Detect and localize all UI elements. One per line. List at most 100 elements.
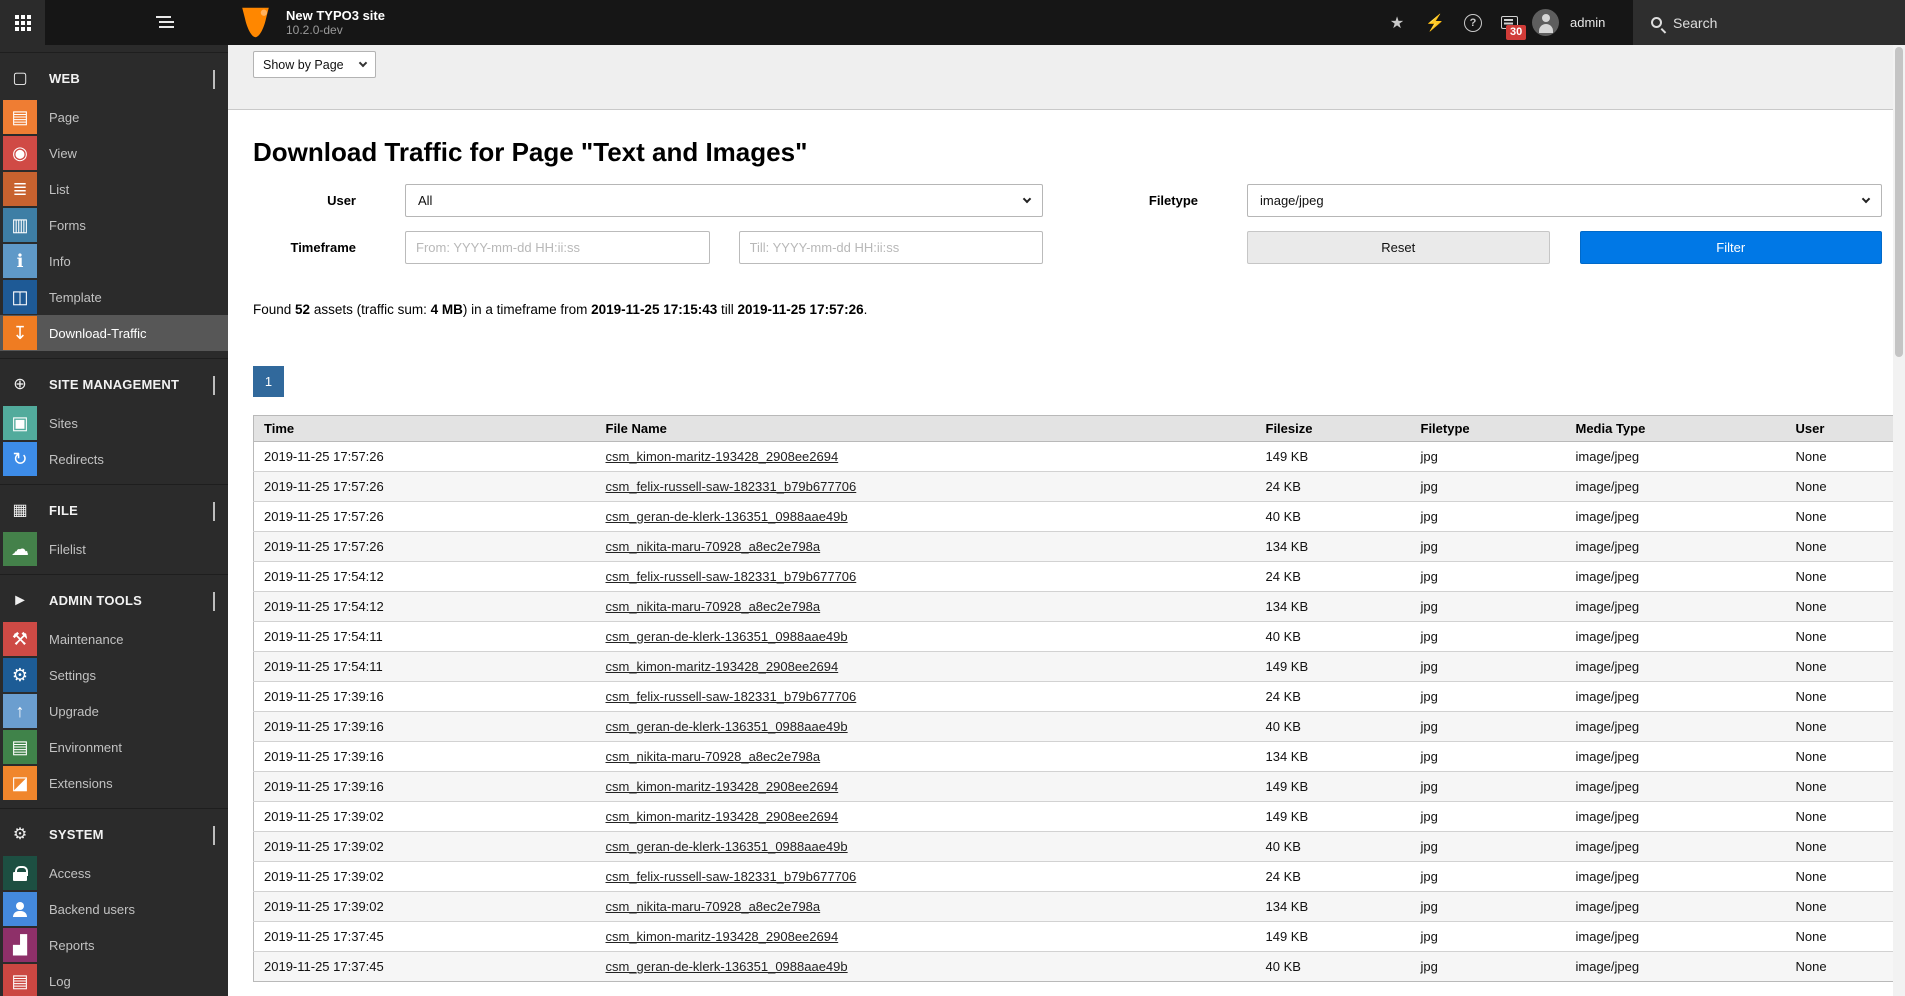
file-link[interactable]: csm_felix-russell-saw-182331_b79b677706: [606, 569, 857, 584]
file-name-cell: csm_kimon-maritz-193428_2908ee2694: [596, 772, 1256, 802]
file-link[interactable]: csm_kimon-maritz-193428_2908ee2694: [606, 659, 839, 674]
filesize-cell: 40 KB: [1256, 952, 1411, 982]
file-link[interactable]: csm_kimon-maritz-193428_2908ee2694: [606, 449, 839, 464]
view-mode-select[interactable]: Show by Page: [253, 51, 376, 78]
table-row: 2019-11-25 17:54:11 csm_geran-de-klerk-1…: [254, 622, 1894, 652]
page-tree-toggle-button[interactable]: [141, 0, 186, 45]
sidebar-section-web[interactable]: ▢ WEB: [0, 52, 228, 99]
reset-button[interactable]: Reset: [1247, 231, 1550, 264]
file-link[interactable]: csm_felix-russell-saw-182331_b79b677706: [606, 689, 857, 704]
media-type-cell: image/jpeg: [1566, 712, 1786, 742]
site-title: New TYPO3 site: [286, 8, 385, 23]
sidebar-item-label: SYSTEM: [49, 827, 104, 842]
document-outline-icon: ▢: [3, 62, 37, 96]
scrollbar-thumb[interactable]: [1895, 47, 1903, 357]
user-cell: None: [1786, 622, 1894, 652]
column-header-file-name: File Name: [596, 416, 1256, 442]
file-link[interactable]: csm_geran-de-klerk-136351_0988aae49b: [606, 719, 848, 734]
file-link[interactable]: csm_geran-de-klerk-136351_0988aae49b: [606, 509, 848, 524]
sidebar-item-label: List: [49, 182, 69, 197]
sidebar-item-filelist[interactable]: ☁ Filelist: [0, 531, 228, 567]
file-link[interactable]: csm_kimon-maritz-193428_2908ee2694: [606, 779, 839, 794]
sidebar-item-label: Backend users: [49, 902, 135, 917]
module-menu-toggle-button[interactable]: [0, 0, 45, 45]
sidebar-item-extensions[interactable]: ◪ Extensions: [0, 765, 228, 801]
avatar[interactable]: [1532, 9, 1559, 36]
username[interactable]: admin: [1570, 0, 1605, 45]
timeframe-label: Timeframe: [253, 240, 356, 255]
chevron-down-icon: [213, 502, 215, 520]
filesize-cell: 134 KB: [1256, 892, 1411, 922]
sidebar-item-redirects[interactable]: ↻ Redirects: [0, 441, 228, 477]
sidebar-item-label: Filelist: [49, 542, 86, 557]
table-row: 2019-11-25 17:39:02 csm_nikita-maru-7092…: [254, 892, 1894, 922]
user-select[interactable]: All: [405, 184, 1043, 217]
media-type-cell: image/jpeg: [1566, 502, 1786, 532]
sidebar-item-label: Upgrade: [49, 704, 99, 719]
file-link[interactable]: csm_felix-russell-saw-182331_b79b677706: [606, 479, 857, 494]
table-row: 2019-11-25 17:39:02 csm_felix-russell-sa…: [254, 862, 1894, 892]
traffic-table: Time File Name Filesize Filetype Media T…: [253, 415, 1894, 982]
sidebar-item-settings[interactable]: ⚙ Settings: [0, 657, 228, 693]
sidebar-item-list[interactable]: ≣ List: [0, 171, 228, 207]
filesize-cell: 24 KB: [1256, 682, 1411, 712]
list-tree-icon: [156, 16, 171, 18]
file-name-cell: csm_nikita-maru-70928_a8ec2e798a: [596, 532, 1256, 562]
user-cell: None: [1786, 832, 1894, 862]
file-name-cell: csm_geran-de-klerk-136351_0988aae49b: [596, 712, 1256, 742]
filter-button[interactable]: Filter: [1580, 231, 1883, 264]
sidebar-section-file[interactable]: ▦ FILE: [0, 484, 228, 531]
time-cell: 2019-11-25 17:54:12: [254, 562, 596, 592]
filetype-cell: jpg: [1411, 862, 1566, 892]
sidebar-section-site-management[interactable]: ⊕ SITE MANAGEMENT: [0, 358, 228, 405]
sidebar-item-view[interactable]: ◉ View: [0, 135, 228, 171]
table-row: 2019-11-25 17:39:16 csm_nikita-maru-7092…: [254, 742, 1894, 772]
filetype-select[interactable]: image/jpeg: [1247, 184, 1882, 217]
sidebar-section-system[interactable]: ⚙ SYSTEM: [0, 808, 228, 855]
sidebar-item-log[interactable]: ▤ Log: [0, 963, 228, 996]
timeframe-from-input[interactable]: [405, 231, 710, 264]
help-button[interactable]: ?: [1454, 0, 1492, 45]
sidebar-item-download-traffic[interactable]: ↧ Download-Traffic: [0, 315, 228, 351]
file-link[interactable]: csm_nikita-maru-70928_a8ec2e798a: [606, 899, 821, 914]
timeframe-till-input[interactable]: [739, 231, 1044, 264]
sidebar-item-sites[interactable]: ▣ Sites: [0, 405, 228, 441]
filesize-cell: 40 KB: [1256, 502, 1411, 532]
file-link[interactable]: csm_kimon-maritz-193428_2908ee2694: [606, 929, 839, 944]
system-information-button[interactable]: 30: [1490, 0, 1528, 45]
bookmarks-button[interactable]: ★: [1378, 0, 1416, 45]
time-cell: 2019-11-25 17:54:11: [254, 622, 596, 652]
pagination-page-1[interactable]: 1: [253, 366, 284, 397]
sidebar-item-maintenance[interactable]: ⚒ Maintenance: [0, 621, 228, 657]
file-link[interactable]: csm_geran-de-klerk-136351_0988aae49b: [606, 629, 848, 644]
sidebar-item-upgrade[interactable]: ↑ Upgrade: [0, 693, 228, 729]
sidebar-item-forms[interactable]: ▥ Forms: [0, 207, 228, 243]
sidebar-item-backend-users[interactable]: Backend users: [0, 891, 228, 927]
file-name-cell: csm_nikita-maru-70928_a8ec2e798a: [596, 742, 1256, 772]
sidebar-item-reports[interactable]: ▟ Reports: [0, 927, 228, 963]
clear-cache-button[interactable]: ⚡: [1416, 0, 1454, 45]
sidebar-section-admin-tools[interactable]: ► ADMIN TOOLS: [0, 574, 228, 621]
sidebar-item-page[interactable]: ▤ Page: [0, 99, 228, 135]
filetype-label: Filetype: [1092, 193, 1198, 208]
file-link[interactable]: csm_kimon-maritz-193428_2908ee2694: [606, 809, 839, 824]
vertical-scrollbar[interactable]: [1893, 45, 1905, 996]
file-link[interactable]: csm_nikita-maru-70928_a8ec2e798a: [606, 539, 821, 554]
sidebar-item-access[interactable]: Access: [0, 855, 228, 891]
filetype-cell: jpg: [1411, 532, 1566, 562]
file-link[interactable]: csm_felix-russell-saw-182331_b79b677706: [606, 869, 857, 884]
result-summary: Found 52 assets (traffic sum: 4 MB) in a…: [253, 302, 1893, 317]
sidebar-item-label: SITE MANAGEMENT: [49, 377, 179, 392]
sidebar-item-info[interactable]: ℹ Info: [0, 243, 228, 279]
user-cell: None: [1786, 922, 1894, 952]
search-input[interactable]: Search: [1633, 0, 1905, 45]
file-link[interactable]: csm_geran-de-klerk-136351_0988aae49b: [606, 959, 848, 974]
sidebar-item-environment[interactable]: ▤ Environment: [0, 729, 228, 765]
chevron-down-icon: [213, 70, 215, 88]
sidebar-item-label: Extensions: [49, 776, 113, 791]
file-link[interactable]: csm_nikita-maru-70928_a8ec2e798a: [606, 749, 821, 764]
filesize-cell: 149 KB: [1256, 922, 1411, 952]
sidebar-item-template[interactable]: ◫ Template: [0, 279, 228, 315]
file-link[interactable]: csm_nikita-maru-70928_a8ec2e798a: [606, 599, 821, 614]
file-link[interactable]: csm_geran-de-klerk-136351_0988aae49b: [606, 839, 848, 854]
